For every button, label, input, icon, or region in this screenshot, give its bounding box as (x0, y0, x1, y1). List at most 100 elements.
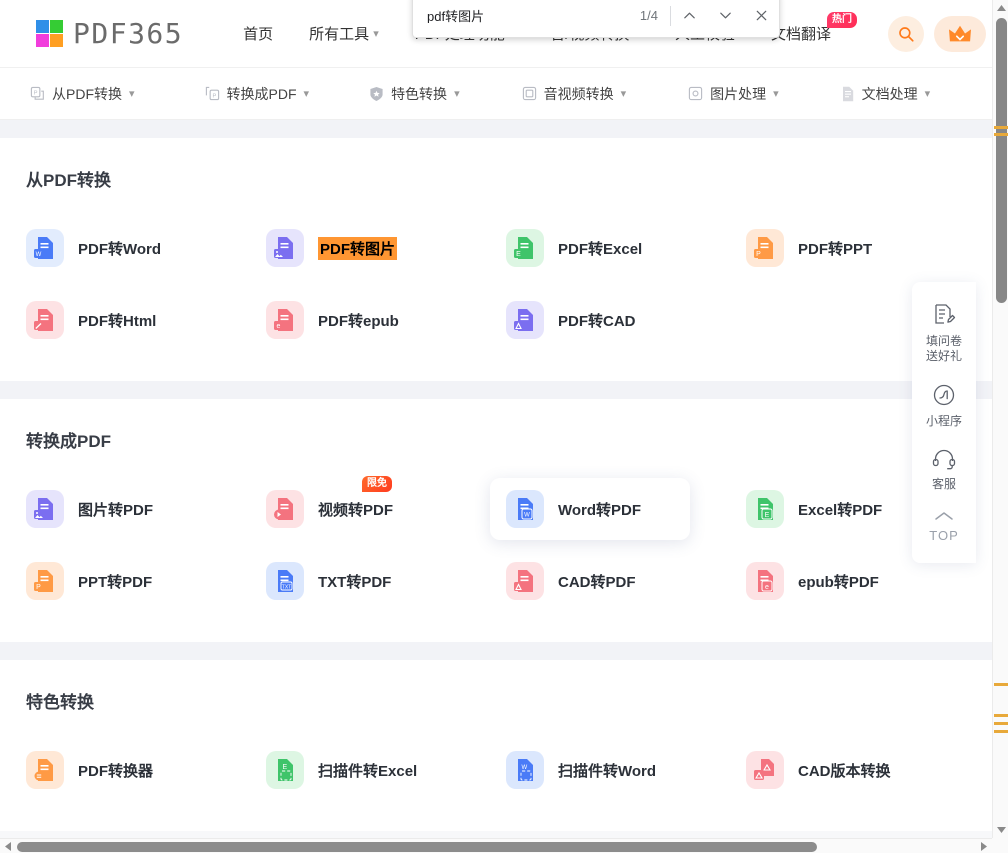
svg-text:P: P (756, 251, 761, 258)
subnav-label: 图片处理 (710, 85, 767, 102)
image-icon (688, 86, 703, 101)
chevron-down-icon: ▾ (454, 88, 460, 100)
limited-free-badge: 限免 (362, 476, 392, 492)
nav-item-all-tools[interactable]: 所有工具 ▾ (309, 23, 379, 44)
file-icon: E (506, 229, 544, 267)
svg-text:E: E (765, 512, 770, 519)
tool-card-word-to-pdf[interactable]: W Word转PDF (490, 478, 690, 540)
tool-label: 扫描件转Word (558, 762, 657, 780)
scroll-down-button[interactable] (993, 822, 1008, 838)
subnav-item-image[interactable]: 图片处理 ▾ (688, 84, 779, 104)
rail-item-survey[interactable]: 填问卷 送好礼 (912, 294, 976, 374)
file-icon: e (266, 301, 304, 339)
rail-item-miniprogram[interactable]: 小程序 (912, 374, 976, 439)
section-gap (0, 120, 992, 138)
subnav-item-featured[interactable]: 特色转换 ▾ (369, 84, 460, 104)
find-in-page-bar: 1/4 (412, 0, 780, 38)
tool-card-pdf-to-epub[interactable]: e PDF转epub (250, 289, 450, 351)
tool-card-video-to-pdf[interactable]: 视频转PDF 限免 (250, 476, 450, 540)
tool-card-cad-version-convert[interactable]: CAD版本转换 (730, 739, 930, 801)
brand-logo[interactable]: PDF365 (36, 17, 183, 50)
section-title: 从PDF转换 (26, 171, 111, 190)
rail-label-line1: 填问卷 (925, 334, 962, 348)
tool-label: PDF转Excel (558, 240, 643, 258)
find-close-button[interactable] (743, 0, 779, 38)
tool-card-cad-to-pdf[interactable]: CAD转PDF (490, 550, 690, 612)
survey-icon (935, 304, 956, 324)
tool-label: epub转PDF (798, 573, 879, 591)
find-next-button[interactable] (707, 0, 743, 38)
rail-item-back-to-top[interactable]: TOP (912, 502, 976, 553)
tool-label: PDF转epub (318, 312, 399, 330)
header-actions (888, 0, 986, 68)
tool-card-pdf-to-html[interactable]: PDF转Html (10, 289, 210, 351)
floating-side-rail: 填问卷 送好礼 小程序 客服 TOP (912, 282, 976, 563)
vertical-scroll-thumb[interactable] (996, 18, 1007, 303)
brand-name: PDF365 (73, 17, 184, 50)
horizontal-scroll-thumb[interactable] (17, 842, 817, 852)
vertical-scrollbar[interactable] (992, 0, 1008, 838)
file-icon: W (506, 751, 544, 789)
tool-card-epub-to-pdf[interactable]: e epub转PDF (730, 550, 930, 612)
subnav-item-from-pdf[interactable]: P 从PDF转换 ▾ (30, 84, 135, 104)
tool-card-ppt-to-pdf[interactable]: P PPT转PDF (10, 550, 210, 612)
subnav-label: 文档处理 (861, 85, 918, 102)
find-previous-button[interactable] (671, 0, 707, 38)
file-icon: E (266, 751, 304, 789)
document-icon (841, 86, 855, 102)
scroll-up-button[interactable] (993, 0, 1008, 16)
tool-label: PDF转Html (78, 312, 157, 330)
miniprogram-icon (933, 384, 955, 406)
subnav-item-to-pdf[interactable]: P 转换成PDF ▾ (205, 84, 310, 104)
tool-label: 图片转PDF (78, 501, 154, 519)
scroll-left-button[interactable] (0, 839, 16, 853)
tool-card-scan-to-excel[interactable]: E 扫描件转Excel (250, 739, 450, 801)
chevron-down-icon: ▾ (129, 88, 135, 100)
pdf-convert-from-icon: P (30, 86, 45, 101)
horizontal-scrollbar[interactable] (0, 838, 992, 853)
find-match-tick (994, 722, 1008, 725)
tool-card-pdf-to-ppt[interactable]: P PDF转PPT (730, 217, 930, 279)
chevron-up-icon (683, 12, 695, 19)
tool-card-txt-to-pdf[interactable]: TXT TXT转PDF (250, 550, 450, 612)
tool-card-image-to-pdf[interactable]: 图片转PDF (10, 478, 210, 540)
subnav-item-media[interactable]: 音视频转换 ▾ (522, 84, 626, 104)
pdf-convert-to-icon: P (205, 86, 220, 101)
section-to-pdf: 转换成PDF 图片转PDF 视频转PDF 限免 W Word转PDF E Exc… (0, 399, 992, 642)
scroll-right-button[interactable] (976, 839, 992, 853)
tool-card-pdf-to-image[interactable]: PDF转图片 (250, 217, 450, 279)
browser-page: PDF365 首页 所有工具 ▾ PDF处理功能 ▾ 音/视频转换 ▾ (0, 0, 1008, 853)
tool-card-excel-to-pdf[interactable]: E Excel转PDF (730, 478, 930, 540)
svg-text:P: P (36, 584, 41, 591)
tool-card-pdf-to-word[interactable]: W PDF转Word (10, 217, 210, 279)
rail-item-support[interactable]: 客服 (912, 439, 976, 502)
nav-item-home[interactable]: 首页 (243, 23, 273, 44)
rail-label-line1: 客服 (931, 477, 956, 491)
chevron-down-icon: ▾ (303, 88, 310, 100)
subnav-item-document[interactable]: 文档处理 ▾ (841, 84, 931, 104)
find-match-tick (994, 126, 1008, 129)
find-input[interactable] (413, 8, 640, 23)
tool-label: TXT转PDF (318, 573, 392, 591)
search-button[interactable] (888, 16, 924, 52)
svg-text:e: e (277, 323, 281, 330)
vip-button[interactable] (934, 16, 986, 52)
tool-card-pdf-to-cad[interactable]: PDF转CAD (490, 289, 690, 351)
tool-label: PDF转Word (78, 240, 162, 258)
file-icon: P (746, 229, 784, 267)
crown-icon (949, 25, 971, 42)
find-match-tick (994, 714, 1008, 717)
tool-label: CAD版本转换 (798, 762, 891, 780)
svg-text:P: P (212, 93, 216, 99)
chevron-down-icon: ▾ (924, 88, 931, 100)
tool-card-pdf-to-excel[interactable]: E PDF转Excel (490, 217, 690, 279)
close-icon (756, 10, 766, 21)
nav-label: 所有工具 (309, 26, 370, 43)
tool-card-pdf-converter[interactable]: PDF转换器 (10, 739, 210, 801)
file-icon: W (26, 229, 64, 267)
hot-badge: 热门 (827, 12, 857, 28)
section-featured: 特色转换 PDF转换器 E 扫描件转Excel W 扫描件转Word CAD版本… (0, 660, 992, 831)
svg-text:W: W (36, 252, 42, 258)
tool-card-scan-to-word[interactable]: W 扫描件转Word (490, 739, 690, 801)
tool-label: PPT转PDF (78, 573, 153, 591)
